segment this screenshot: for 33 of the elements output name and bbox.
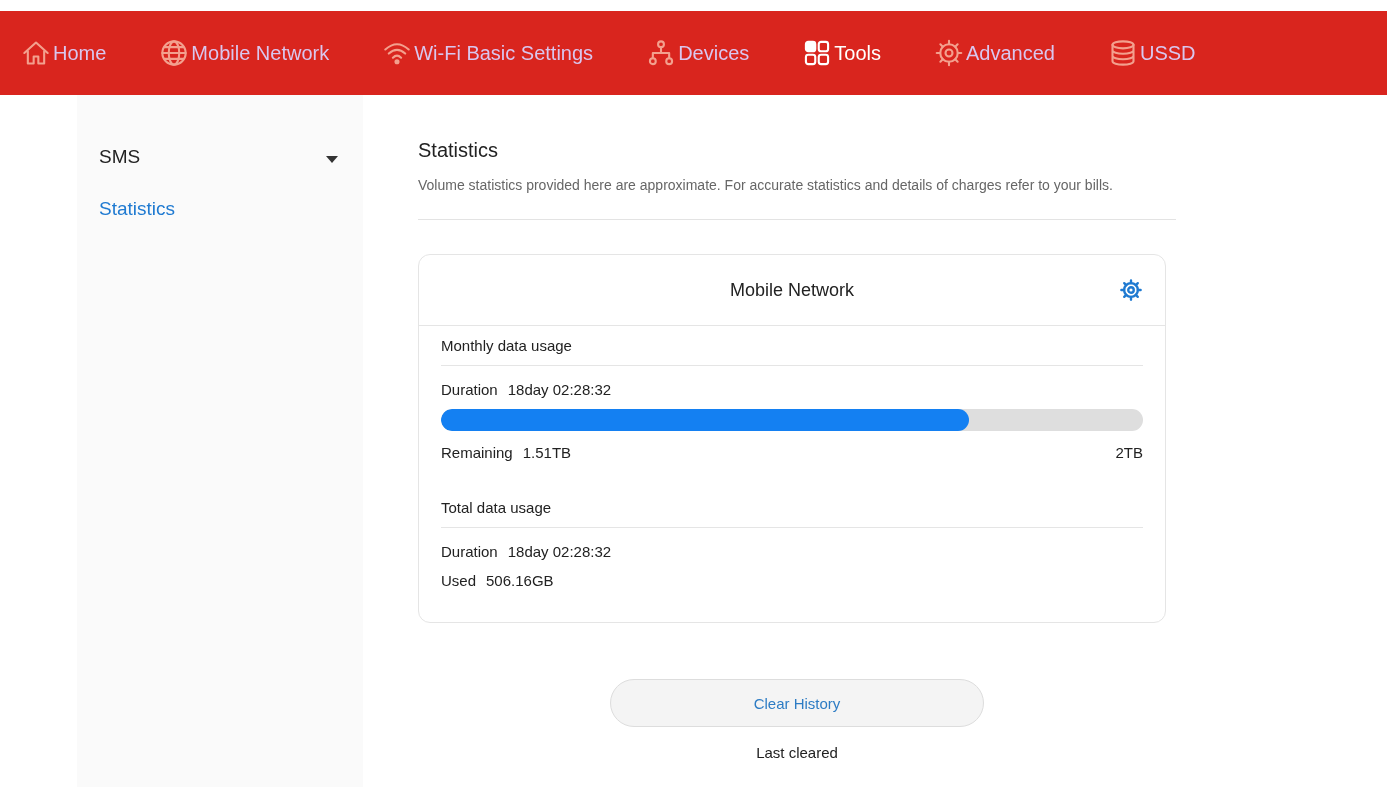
grid-icon [803,39,832,67]
settings-icon[interactable] [1120,279,1142,301]
data-limit: 2TB [1115,443,1143,463]
page-title: Statistics [418,139,500,162]
field-label: Used [441,571,477,591]
last-cleared-text: Last cleared [756,744,838,761]
field-value: 506.16GB [486,571,554,591]
section-heading: Monthly data usage [441,334,1143,366]
nav-tab[interactable]: USSD [1108,39,1196,67]
home-icon [22,39,50,67]
network-nodes-icon [647,39,676,67]
field-label: Duration [441,380,498,400]
page-description: Volume statistics provided here are approximate. For accurate statistics and details of charges refer to your bills. [418,176,1114,195]
nav-tab[interactable]: Mobile Network [160,39,330,67]
card-title: Mobile Network [729,279,854,301]
nav-tab[interactable]: Advanced [934,39,1055,67]
nav-tab[interactable]: Devices [647,39,750,67]
nav-tab[interactable]: Tools [803,39,881,67]
caret-icon [326,155,338,163]
globe-icon [160,39,189,67]
field-value: 18day 02:28:32 [507,380,612,400]
field-value: 18day 02:28:32 [507,542,612,562]
database-icon [1108,39,1137,67]
sidebar-link[interactable]: Statistics [77,183,363,235]
sidebar-group[interactable]: SMS [77,131,363,183]
clear-history-button[interactable]: Clear History [610,679,984,727]
nav-tab[interactable]: Home [22,39,107,67]
gear-icon [934,39,963,67]
field-label: Duration [441,542,498,562]
field-value: 1.51TB [522,443,572,463]
section-heading: Total data usage [441,496,1143,528]
field-label: Remaining [441,443,513,463]
nav-tab[interactable]: Wi-Fi Basic Settings [383,39,594,67]
